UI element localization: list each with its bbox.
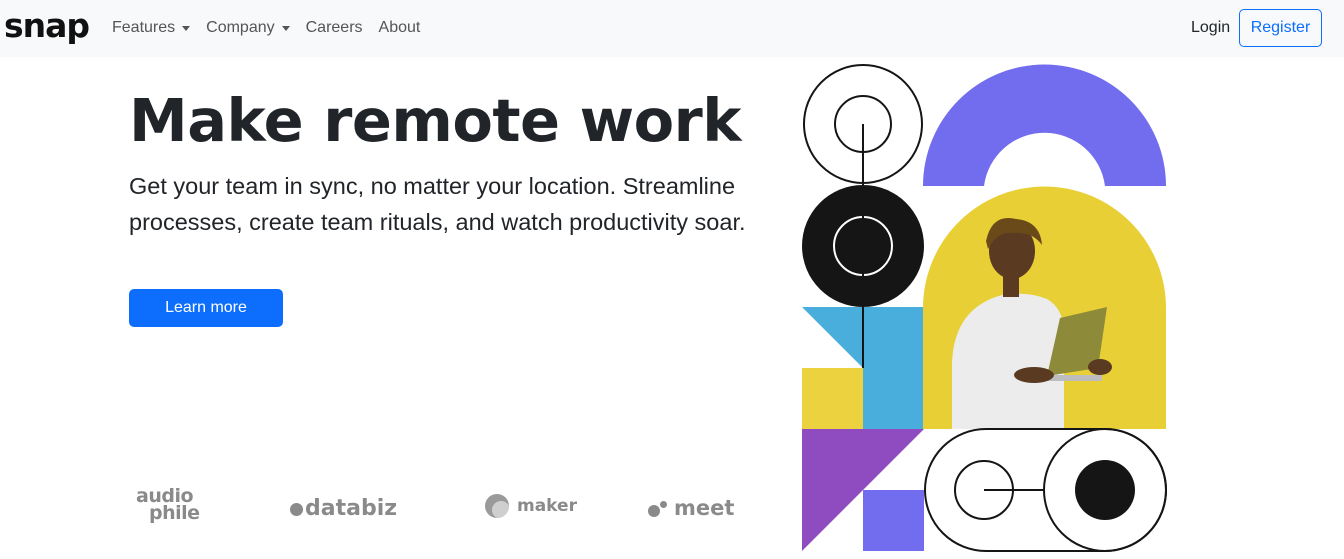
meet-logo-text: meet	[674, 496, 735, 520]
brand-logo[interactable]: snap	[4, 6, 90, 45]
caret-down-icon	[182, 25, 191, 31]
login-link[interactable]: Login	[1191, 19, 1230, 37]
meet-dot-icon	[648, 505, 660, 517]
geometric-artwork	[802, 64, 1167, 552]
nav-company-dropdown[interactable]: Company	[206, 19, 290, 37]
purple-arch-shape	[923, 64, 1166, 186]
navbar: snap Features Company Careers About Logi…	[0, 0, 1344, 57]
yellow-square-shape	[802, 368, 863, 429]
blue-block-shape	[863, 307, 924, 429]
register-button[interactable]: Register	[1239, 9, 1322, 47]
nav-features-label: Features	[112, 19, 176, 36]
maker-logo: maker	[485, 494, 577, 518]
meet-logo: meet	[648, 496, 734, 520]
caret-down-icon	[281, 25, 290, 31]
databiz-logo: databiz	[290, 496, 397, 521]
nav-links: Features Company Careers About	[112, 19, 436, 37]
hero-title: Make remote work	[129, 86, 742, 155]
nav-careers-link[interactable]: Careers	[306, 19, 363, 37]
maker-circle-icon	[485, 494, 509, 518]
purple-square-shape	[863, 490, 924, 551]
hero-illustration	[802, 63, 1168, 553]
meet-small-dot-icon	[660, 500, 667, 508]
nav-about-link[interactable]: About	[379, 19, 421, 37]
maker-logo-text: maker	[517, 496, 577, 516]
learn-more-button[interactable]: Learn more	[129, 289, 283, 327]
nav-company-label: Company	[206, 19, 275, 36]
audiophile-logo: audio phile	[136, 487, 200, 524]
pill-black-dot-shape	[1075, 460, 1135, 520]
audiophile-logo-bottom: phile	[149, 502, 200, 524]
databiz-logo-text: databiz	[305, 496, 398, 521]
nav-features-dropdown[interactable]: Features	[112, 19, 191, 37]
databiz-dot-icon	[290, 503, 303, 516]
hero-description: Get your team in sync, no matter your lo…	[129, 173, 746, 235]
